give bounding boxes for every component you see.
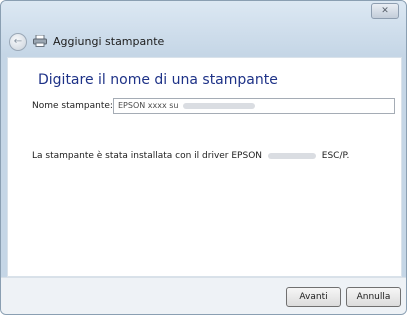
next-button[interactable]: Avanti [286, 287, 341, 307]
printer-name-input[interactable]: EPSON xxxx su [113, 98, 395, 114]
window-title: Aggiungi stampante [53, 35, 165, 48]
printer-icon [33, 35, 47, 47]
page-heading: Digitare il nome di una stampante [38, 72, 278, 88]
driver-info-prefix: La stampante è stata installata con il d… [32, 151, 263, 161]
content-panel: Digitare il nome di una stampante Nome s… [7, 57, 402, 277]
close-button[interactable]: ✕ [371, 3, 399, 19]
driver-info-suffix: ESC/P. [321, 151, 350, 161]
close-icon: ✕ [381, 6, 389, 16]
printer-name-value: EPSON xxxx su [118, 101, 179, 110]
back-button[interactable]: ← [9, 33, 27, 51]
driver-info-text: La stampante è stata installata con il d… [32, 151, 349, 161]
printer-name-label: Nome stampante: [32, 101, 113, 111]
redacted-address [183, 102, 256, 109]
cancel-button[interactable]: Annulla [346, 287, 401, 307]
button-bar: Avanti Annulla [1, 277, 406, 314]
back-arrow-icon: ← [13, 36, 23, 47]
add-printer-window: ✕ ← Aggiungi stampante Digitare il nome … [0, 0, 407, 315]
redacted-driver-model [267, 152, 316, 159]
title-bar: ✕ ← Aggiungi stampante [1, 1, 406, 55]
